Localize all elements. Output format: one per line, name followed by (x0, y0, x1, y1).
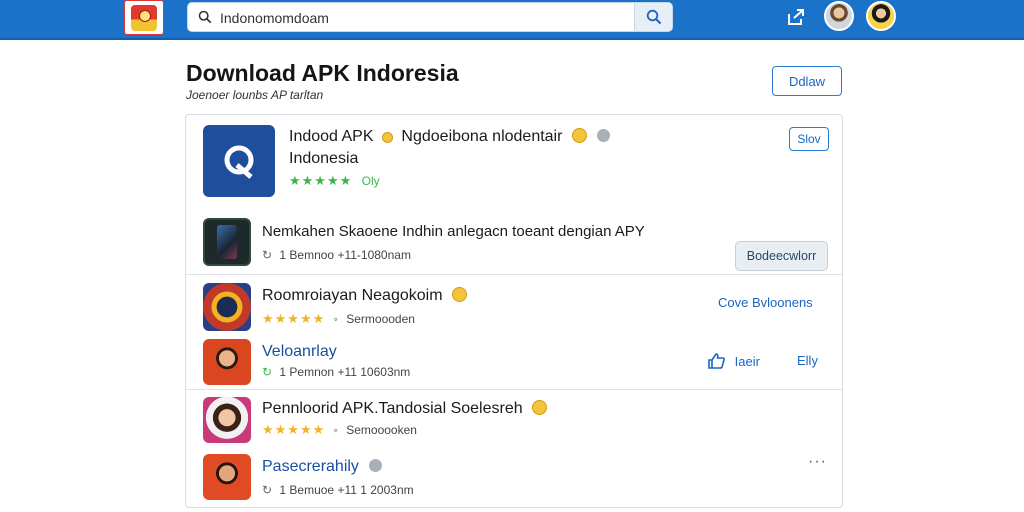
divider (186, 389, 842, 390)
rating-stars: ★★★★★ (262, 422, 326, 437)
separator-dot: ◦ (333, 312, 338, 326)
app-title-text: Pennloorid APK.Tandosial Soelesreh (262, 400, 523, 417)
app-logo-icon (224, 145, 254, 179)
app-title-text: Ngdoeibona nlodentair (401, 128, 563, 145)
emoji-icon (451, 287, 467, 302)
app-title[interactable]: Roomroiayan Neagokoim (262, 287, 467, 305)
app-rating: ★★★★★ ◦ Semooooken (262, 422, 417, 438)
meta-text: 1 Bemnoo +11-1080nam (279, 248, 411, 262)
rating-stars: ★★★★★ (289, 173, 353, 188)
verified-icon (597, 129, 611, 142)
app-icon[interactable] (203, 125, 275, 197)
rating-label: Oly (361, 174, 380, 188)
refresh-icon: ↻ (262, 365, 273, 379)
app-icon[interactable] (203, 339, 251, 385)
avatar[interactable] (866, 1, 896, 31)
separator-dot: ◦ (333, 423, 338, 437)
app-icon[interactable] (203, 218, 251, 266)
app-title-text: Roomroiayan Neagokoim (262, 287, 443, 304)
top-bar (0, 0, 1024, 40)
emoji-icon (571, 128, 587, 143)
app-meta: ↻ 1 Bemnoo +11-1080nam (262, 248, 411, 262)
meta-text: 1 Pemnon +11 10603nm (279, 365, 411, 379)
meta-text: 1 Bemuoe +11 1 2003nm (279, 483, 414, 497)
phone-screen (217, 225, 237, 259)
rating-stars: ★★★★★ (262, 311, 326, 326)
app-icon[interactable] (203, 454, 251, 500)
logo-emblem (131, 4, 157, 31)
app-title[interactable]: Indood APK Ngdoeibona nlodentair (289, 128, 611, 146)
share-button[interactable] (784, 6, 808, 28)
app-meta: ↻ 1 Bemuoe +11 1 2003nm (262, 483, 414, 497)
avatar[interactable] (824, 1, 854, 31)
page-title: Download APK Indoresia (186, 60, 459, 86)
emoji-icon (532, 400, 548, 415)
app-icon[interactable] (203, 283, 251, 331)
app-list: Indood APK Ngdoeibona nlodentair Indones… (185, 114, 843, 508)
share-icon (788, 9, 804, 25)
app-title-text: Indood APK (289, 128, 374, 145)
app-logo-icon[interactable] (124, 0, 164, 35)
more-icon[interactable]: ··· (808, 453, 827, 471)
app-title-text: Pasecrerahily (262, 458, 359, 475)
app-rating: ★★★★★ Oly (289, 173, 380, 189)
refresh-icon: ↻ (262, 483, 273, 497)
like-label: Iaeir (734, 354, 760, 369)
header-button[interactable]: Ddlaw (772, 66, 842, 96)
app-title[interactable]: Pasecrerahily (262, 458, 383, 476)
search-icon (198, 10, 212, 24)
thumbs-up-icon (708, 353, 725, 369)
app-title-line2: Indonesia (289, 150, 359, 167)
refresh-icon: ↻ (262, 248, 273, 262)
app-title[interactable]: Pennloorid APK.Tandosial Soelesreh (262, 400, 548, 418)
meta-text: Semooooken (346, 423, 417, 437)
search-button[interactable] (634, 3, 672, 31)
row-action-link[interactable]: Cove Bvloonens (718, 295, 813, 310)
meta-text: Sermoooden (346, 312, 415, 326)
search-input[interactable] (220, 7, 620, 29)
app-meta: ↻ 1 Pemnon +11 10603nm (262, 365, 410, 379)
search-bar (187, 2, 673, 32)
app-title[interactable]: Nemkahen Skaoene Indhin anlegacn toeant … (262, 223, 645, 240)
app-title[interactable]: Veloanrlay (262, 343, 337, 361)
verified-icon (369, 459, 383, 472)
divider (186, 274, 842, 275)
page-subtitle: Joenoer lounbs AP tarltan (186, 88, 324, 102)
app-rating: ★★★★★ ◦ Sermoooden (262, 311, 415, 327)
emoji-icon (381, 132, 393, 143)
row-action-link[interactable]: Elly (797, 353, 818, 368)
row-action-button[interactable]: Slov (789, 127, 829, 151)
row-action-button[interactable]: Bodeecwlorr (735, 241, 828, 271)
search-icon (646, 9, 661, 25)
like-button[interactable]: Iaeir (707, 353, 760, 369)
app-icon[interactable] (203, 397, 251, 443)
